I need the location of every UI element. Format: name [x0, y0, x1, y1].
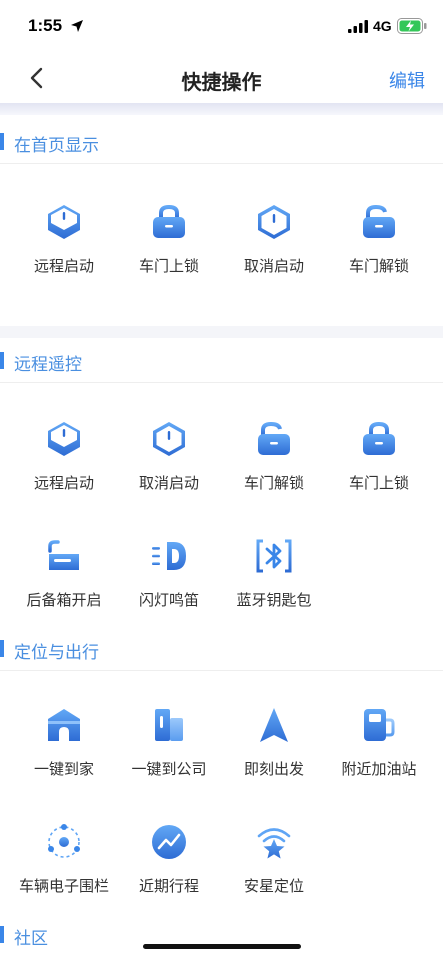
tile-label: 车门解锁: [243, 475, 304, 492]
battery-charging-icon: [397, 18, 427, 34]
navigation-bar: 快捷操作 编辑: [0, 52, 443, 104]
flash-horn-icon: [152, 542, 186, 570]
home-indicator[interactable]: [143, 944, 301, 949]
home-tile-door-unlock[interactable]: 车门解锁: [324, 203, 434, 293]
tile-label: 一键到公司: [131, 761, 207, 778]
trunk-open-icon: [48, 540, 79, 570]
tile-label: 近期行程: [138, 878, 199, 895]
tile-label: 安星定位: [243, 878, 304, 895]
home-tile-remote-start[interactable]: 远程启动: [9, 203, 119, 293]
travel-tile-home[interactable]: 一键到家: [9, 706, 119, 796]
tile-label: 闪灯鸣笛: [138, 592, 199, 609]
section-accent-bar: [0, 926, 4, 943]
page-title: 快捷操作: [181, 72, 262, 94]
travel-tile-navigate[interactable]: 即刻出发: [219, 706, 329, 796]
tile-label: 附近加油站: [341, 761, 417, 778]
tile-label: 远程启动: [33, 475, 94, 492]
status-bar: 1:55 4G: [0, 0, 443, 52]
tile-label: 取消启动: [138, 475, 199, 492]
section-title: 远程遥控: [14, 355, 82, 374]
section-accent-bar: [0, 640, 4, 657]
section-title: 社区: [14, 929, 48, 948]
tile-label: 车门解锁: [348, 258, 409, 275]
edit-button[interactable]: 编辑: [389, 67, 425, 93]
nav-shadow: [0, 103, 443, 115]
home-tile-door-lock[interactable]: 车门上锁: [114, 203, 224, 293]
section-accent-bar: [0, 352, 4, 369]
trips-chart-icon: [152, 825, 186, 859]
tile-label: 车辆电子围栏: [18, 878, 109, 895]
door-unlock-icon: [258, 421, 290, 455]
remote-start-icon: [48, 422, 80, 456]
section-title: 在首页显示: [14, 136, 99, 155]
tile-label: 一键到家: [33, 761, 94, 778]
travel-tile-gas-station[interactable]: 附近加油站: [324, 706, 434, 796]
tile-label: 远程启动: [33, 258, 94, 275]
door-unlock-icon: [363, 204, 395, 238]
door-lock-icon: [363, 421, 395, 455]
location-arrow-icon: [71, 20, 83, 32]
section-header-home: 在首页显示: [0, 119, 443, 164]
office-building-icon: [155, 709, 183, 741]
remote-start-icon: [48, 205, 80, 239]
travel-tile-office[interactable]: 一键到公司: [114, 706, 224, 796]
status-time: 1:55: [28, 16, 63, 35]
tile-label: 后备箱开启: [26, 592, 102, 609]
travel-tile-trips[interactable]: 近期行程: [114, 823, 224, 913]
cancel-start-icon: [258, 205, 290, 239]
star-location-icon: [257, 828, 291, 859]
cancel-start-icon: [153, 422, 185, 456]
section-header-community: 社区: [0, 912, 443, 957]
bluetooth-key-icon: [256, 539, 292, 573]
travel-tile-star-location[interactable]: 安星定位: [219, 823, 329, 913]
remote-tile-flash-horn[interactable]: 闪灯鸣笛: [114, 537, 224, 627]
navigation-arrow-icon: [260, 708, 288, 742]
remote-tile-door-unlock[interactable]: 车门解锁: [219, 420, 329, 510]
section-header-remote: 远程遥控: [0, 338, 443, 383]
section-divider: [0, 326, 443, 338]
section-title: 定位与出行: [14, 643, 99, 662]
gas-station-icon: [364, 709, 395, 741]
home-icon: [48, 709, 80, 741]
section-accent-bar: [0, 133, 4, 150]
remote-tile-bluetooth-key[interactable]: 蓝牙钥匙包: [219, 537, 329, 627]
home-tile-cancel-start[interactable]: 取消启动: [219, 203, 329, 293]
remote-tile-remote-start[interactable]: 远程启动: [9, 420, 119, 510]
remote-tile-trunk-open[interactable]: 后备箱开启: [9, 537, 119, 627]
tile-label: 车门上锁: [348, 475, 409, 492]
tile-label: 车门上锁: [138, 258, 199, 275]
tile-label: 蓝牙钥匙包: [236, 592, 312, 609]
tile-label: 即刻出发: [243, 761, 304, 778]
geofence-icon: [48, 824, 80, 858]
travel-tile-geofence[interactable]: 车辆电子围栏: [9, 823, 119, 913]
door-lock-icon: [153, 204, 185, 238]
remote-tile-door-lock[interactable]: 车门上锁: [324, 420, 434, 510]
remote-tile-cancel-start[interactable]: 取消启动: [114, 420, 224, 510]
tile-label: 取消启动: [243, 258, 304, 275]
network-type: 4G: [373, 18, 392, 34]
signal-icon: [348, 20, 368, 33]
section-header-travel: 定位与出行: [0, 626, 443, 671]
